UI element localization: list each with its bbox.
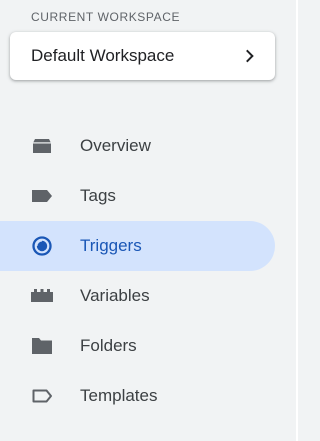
sidebar-item-overview[interactable]: Overview <box>0 121 275 171</box>
variables-icon <box>31 289 53 302</box>
sidebar-item-tags[interactable]: Tags <box>0 171 275 221</box>
sidebar-item-folders[interactable]: Folders <box>0 321 275 371</box>
current-workspace-label: CURRENT WORKSPACE <box>31 10 181 24</box>
workspace-selector-button[interactable]: Default Workspace <box>10 32 275 80</box>
workspace-name: Default Workspace <box>31 46 175 65</box>
overview-icon <box>33 139 51 153</box>
sidebar-item-variables[interactable]: Variables <box>0 271 275 321</box>
sidebar-item-label: Triggers <box>80 236 142 255</box>
sidebar-item-label: Tags <box>80 186 116 205</box>
trigger-icon <box>32 236 52 256</box>
sidebar-item-templates[interactable]: Templates <box>0 371 275 421</box>
sidebar-item-label: Variables <box>80 286 150 305</box>
sidebar-item-label: Overview <box>80 136 151 155</box>
template-icon <box>32 389 52 403</box>
tag-icon <box>32 190 52 202</box>
sidebar-item-label: Templates <box>80 386 158 405</box>
chevron-right-icon <box>246 49 254 63</box>
sidebar-nav: Overview Tags Triggers Variables Folders <box>0 121 298 421</box>
sidebar-item-triggers[interactable]: Triggers <box>0 221 275 271</box>
folder-icon <box>32 338 52 354</box>
sidebar-item-label: Folders <box>80 336 137 355</box>
